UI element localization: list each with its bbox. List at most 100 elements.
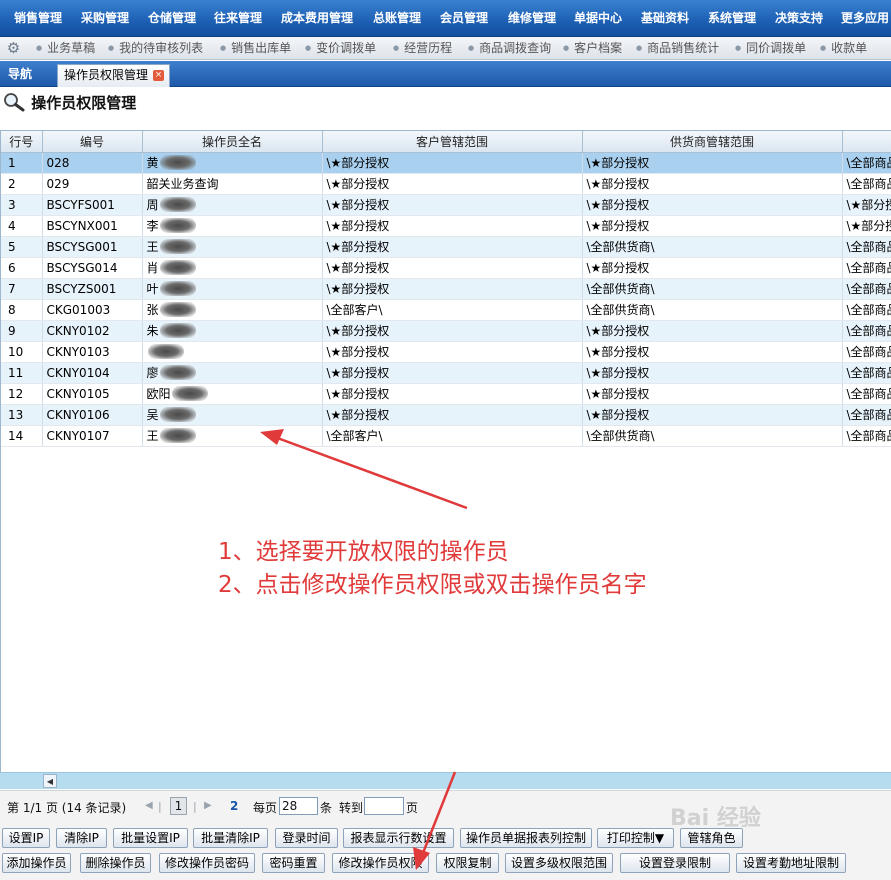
cell-code[interactable]: 028: [42, 152, 143, 174]
operator-name-cell[interactable]: 韶关业务查询: [142, 173, 323, 195]
button-row1-6[interactable]: 操作员单据报表列控制: [460, 828, 592, 848]
cell-no[interactable]: 11: [1, 362, 43, 384]
cell-code[interactable]: CKNY0102: [42, 320, 143, 342]
cell-code[interactable]: CKNY0105: [42, 383, 143, 405]
cell-cust[interactable]: \★部分授权: [322, 362, 583, 384]
column-header-4[interactable]: 供货商管辖范围: [582, 131, 843, 153]
button-row1-7[interactable]: 打印控制▼: [597, 828, 674, 848]
cell-other[interactable]: \全部商品: [842, 173, 891, 195]
cell-supp[interactable]: \★部分授权: [582, 362, 843, 384]
cell-code[interactable]: CKNY0106: [42, 404, 143, 426]
cell-other[interactable]: \★部分授: [842, 215, 891, 237]
button-row1-3[interactable]: 批量清除IP: [193, 828, 268, 848]
cell-supp[interactable]: \★部分授权: [582, 173, 843, 195]
menu-item-5[interactable]: 总账管理: [373, 0, 421, 36]
button-row1-1[interactable]: 清除IP: [56, 828, 107, 848]
cell-cust[interactable]: \★部分授权: [322, 215, 583, 237]
table-row[interactable]: 9CKNY0102朱\★部分授权\★部分授权\全部商品: [1, 320, 891, 342]
button-row1-2[interactable]: 批量设置IP: [113, 828, 188, 848]
button-row2-0[interactable]: 添加操作员: [2, 853, 71, 873]
quick-item-7[interactable]: 商品销售统计: [636, 37, 719, 59]
quick-item-5[interactable]: 商品调拨查询: [468, 37, 551, 59]
column-header-3[interactable]: 客户管辖范围: [322, 131, 583, 153]
tab-operator-permissions[interactable]: 操作员权限管理 ×: [57, 64, 170, 87]
cell-supp[interactable]: \★部分授权: [582, 194, 843, 216]
cell-no[interactable]: 6: [1, 257, 43, 279]
menu-item-4[interactable]: 成本费用管理: [281, 0, 353, 36]
operator-name-cell[interactable]: 周: [142, 194, 323, 216]
table-row[interactable]: 11CKNY0104廖\★部分授权\★部分授权\全部商品: [1, 362, 891, 384]
table-row[interactable]: 6BSCYSG014肖\★部分授权\★部分授权\全部商品: [1, 257, 891, 279]
cell-cust[interactable]: \★部分授权: [322, 278, 583, 300]
operator-name-cell[interactable]: 叶: [142, 278, 323, 300]
close-icon[interactable]: ×: [153, 70, 164, 81]
cell-other[interactable]: \全部商品: [842, 362, 891, 384]
prev-page-icon[interactable]: ◀: [145, 800, 153, 811]
quick-item-1[interactable]: 我的待审核列表: [108, 37, 203, 59]
button-row2-5[interactable]: 权限复制: [436, 853, 499, 873]
nav-tab[interactable]: 导航: [8, 61, 32, 87]
menu-item-3[interactable]: 往来管理: [214, 0, 262, 36]
cell-no[interactable]: 12: [1, 383, 43, 405]
cell-supp[interactable]: \★部分授权: [582, 320, 843, 342]
cell-supp[interactable]: \全部供货商\: [582, 236, 843, 258]
cell-cust[interactable]: \★部分授权: [322, 320, 583, 342]
table-row[interactable]: 1028黄\★部分授权\★部分授权\全部商品: [1, 152, 891, 174]
cell-supp[interactable]: \★部分授权: [582, 404, 843, 426]
quick-item-9[interactable]: 收款单: [820, 37, 867, 59]
operator-name-cell[interactable]: [142, 341, 323, 363]
operator-name-cell[interactable]: 王: [142, 425, 323, 447]
scroll-left-icon[interactable]: ◀: [43, 774, 57, 788]
operator-name-cell[interactable]: 肖: [142, 257, 323, 279]
current-page[interactable]: 1: [170, 797, 187, 815]
cell-no[interactable]: 4: [1, 215, 43, 237]
quick-item-4[interactable]: 经营历程: [393, 37, 452, 59]
menu-item-6[interactable]: 会员管理: [440, 0, 488, 36]
cell-supp[interactable]: \★部分授权: [582, 383, 843, 405]
menu-item-2[interactable]: 仓储管理: [148, 0, 196, 36]
column-header-5[interactable]: [842, 131, 891, 153]
cell-cust[interactable]: \★部分授权: [322, 257, 583, 279]
cell-supp[interactable]: \★部分授权: [582, 152, 843, 174]
table-row[interactable]: 13CKNY0106吴\★部分授权\★部分授权\全部商品: [1, 404, 891, 426]
quick-item-8[interactable]: 同价调拨单: [735, 37, 806, 59]
menu-item-10[interactable]: 系统管理: [708, 0, 756, 36]
column-header-1[interactable]: 编号: [42, 131, 143, 153]
cell-cust[interactable]: \★部分授权: [322, 341, 583, 363]
cell-no[interactable]: 13: [1, 404, 43, 426]
horizontal-scrollbar[interactable]: ◀: [0, 772, 891, 789]
cell-code[interactable]: CKG01003: [42, 299, 143, 321]
cell-cust[interactable]: \全部客户\: [322, 299, 583, 321]
quick-item-3[interactable]: 变价调拨单: [305, 37, 376, 59]
cell-other[interactable]: \全部商品: [842, 152, 891, 174]
button-row2-4[interactable]: 修改操作员权限: [332, 853, 429, 873]
cell-cust[interactable]: \★部分授权: [322, 194, 583, 216]
menu-item-8[interactable]: 单据中心: [574, 0, 622, 36]
table-row[interactable]: 2029韶关业务查询\★部分授权\★部分授权\全部商品: [1, 173, 891, 195]
cell-other[interactable]: \★部分授: [842, 194, 891, 216]
gear-icon[interactable]: ⚙: [5, 40, 22, 57]
operator-name-cell[interactable]: 朱: [142, 320, 323, 342]
operator-name-cell[interactable]: 黄: [142, 152, 323, 174]
cell-no[interactable]: 1: [1, 152, 43, 174]
operator-name-cell[interactable]: 王: [142, 236, 323, 258]
table-row[interactable]: 3BSCYFS001周\★部分授权\★部分授权\★部分授: [1, 194, 891, 216]
cell-cust[interactable]: \★部分授权: [322, 383, 583, 405]
column-header-0[interactable]: 行号: [1, 131, 43, 153]
per-page-input[interactable]: [279, 797, 318, 815]
cell-other[interactable]: \全部商品: [842, 404, 891, 426]
operator-name-cell[interactable]: 廖: [142, 362, 323, 384]
button-row1-4[interactable]: 登录时间: [275, 828, 338, 848]
operator-name-cell[interactable]: 吴: [142, 404, 323, 426]
next-page-icon[interactable]: ▶: [204, 800, 212, 811]
menu-item-9[interactable]: 基础资料: [641, 0, 689, 36]
table-row[interactable]: 5BSCYSG001王 \★部分授权\全部供货商\\全部商品: [1, 236, 891, 258]
cell-code[interactable]: BSCYNX001: [42, 215, 143, 237]
cell-other[interactable]: \全部商品: [842, 236, 891, 258]
cell-code[interactable]: CKNY0107: [42, 425, 143, 447]
cell-code[interactable]: CKNY0103: [42, 341, 143, 363]
cell-other[interactable]: \全部商品: [842, 320, 891, 342]
cell-no[interactable]: 14: [1, 425, 43, 447]
goto-page-input[interactable]: [364, 797, 404, 815]
button-row2-6[interactable]: 设置多级权限范围: [505, 853, 613, 873]
